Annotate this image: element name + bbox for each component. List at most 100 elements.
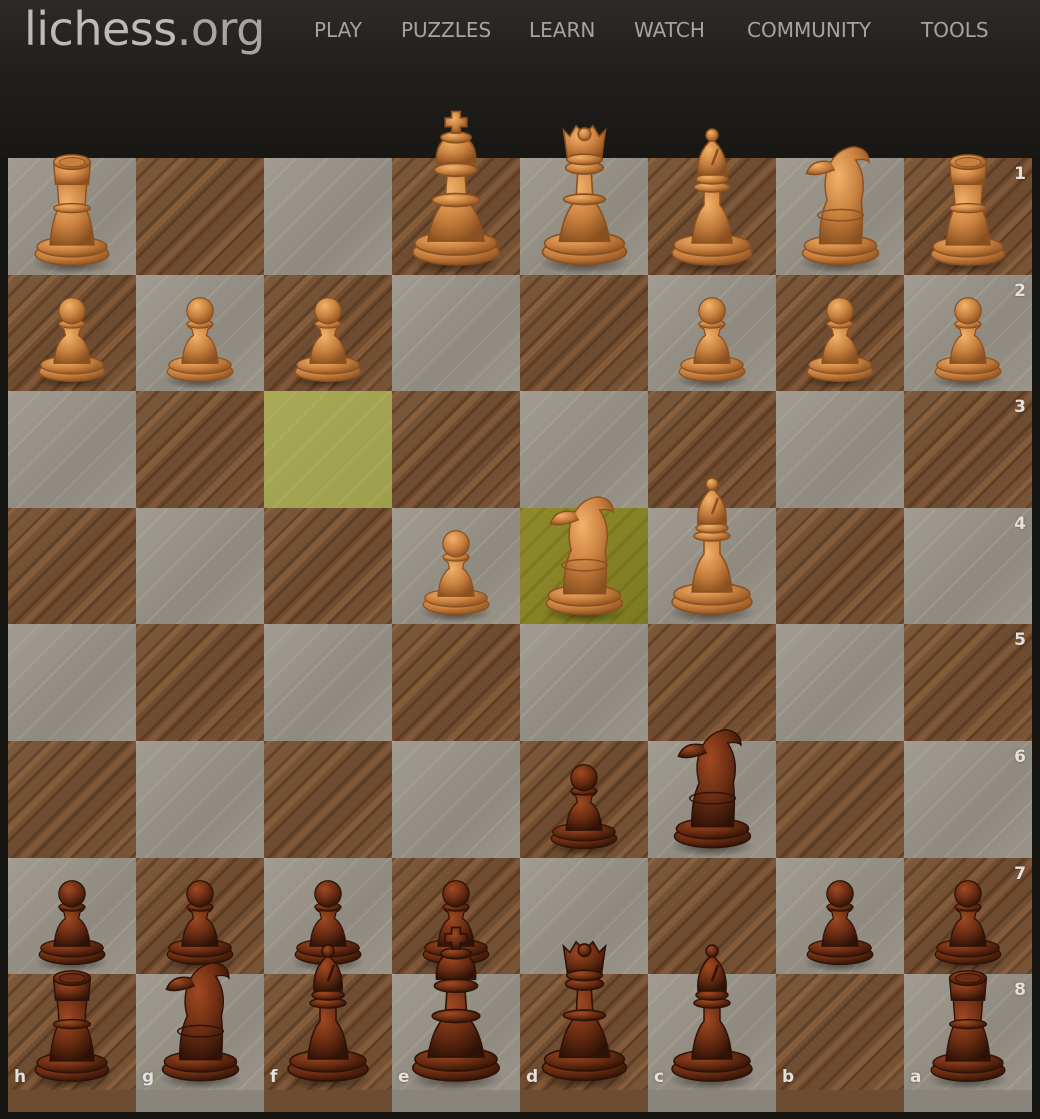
pawn-icon (675, 297, 749, 390)
square-d2[interactable] (520, 274, 648, 392)
rook-icon (927, 153, 1009, 274)
knight-icon (798, 146, 882, 275)
black-pawn-d6[interactable] (520, 727, 648, 857)
square-b6[interactable] (776, 741, 904, 858)
white-bishop-c4[interactable] (648, 466, 776, 625)
board-edge-segment (648, 1090, 776, 1112)
queen-icon (537, 940, 631, 1092)
queen-icon (537, 124, 631, 276)
knight-icon (542, 495, 626, 624)
board-edge-segment (392, 1090, 520, 1112)
black-rook-h8[interactable] (8, 945, 136, 1091)
white-pawn-f2[interactable] (264, 260, 392, 390)
black-rook-a8[interactable] (904, 945, 1032, 1091)
pawn-icon (291, 297, 365, 390)
black-pawn-b7[interactable] (776, 843, 904, 973)
board-edge-segment (776, 1090, 904, 1112)
black-queen-d8[interactable] (520, 925, 648, 1092)
white-pawn-e4[interactable] (392, 493, 520, 623)
black-bishop-f8[interactable] (264, 933, 392, 1091)
square-a6[interactable]: 6 (904, 741, 1032, 858)
square-f6[interactable] (264, 741, 392, 858)
square-d5[interactable] (520, 624, 648, 741)
square-g6[interactable] (136, 741, 264, 858)
square-f5[interactable] (264, 624, 392, 741)
square-h6[interactable] (8, 741, 136, 858)
logo-tld: .org (176, 2, 266, 56)
nav-learn[interactable]: LEARN (529, 18, 595, 42)
bishop-icon (284, 944, 372, 1091)
rank-coordinate: 4 (1014, 513, 1026, 534)
square-g1[interactable] (136, 158, 264, 275)
king-icon (408, 110, 504, 276)
board-edge-segment (520, 1090, 648, 1112)
king-icon (408, 926, 504, 1092)
white-queen-d1[interactable] (520, 109, 648, 276)
nav-play[interactable]: PLAY (314, 18, 362, 42)
pawn-icon (803, 297, 877, 390)
square-a5[interactable]: 5 (904, 624, 1032, 741)
rook-icon (927, 969, 1009, 1091)
square-f1[interactable] (264, 158, 392, 275)
white-pawn-b2[interactable] (776, 260, 904, 390)
white-rook-h1[interactable] (8, 129, 136, 274)
knight-icon (158, 962, 242, 1091)
square-g4[interactable] (136, 507, 264, 625)
board-edge-segment (136, 1090, 264, 1112)
square-b5[interactable] (776, 624, 904, 741)
square-f4[interactable] (264, 507, 392, 625)
black-knight-c6[interactable] (648, 707, 776, 858)
white-pawn-c2[interactable] (648, 260, 776, 390)
square-g3[interactable] (136, 391, 264, 508)
pawn-icon (163, 297, 237, 390)
black-knight-g8[interactable] (136, 940, 264, 1091)
square-h4[interactable] (8, 507, 136, 625)
square-e2[interactable] (392, 274, 520, 392)
white-king-e1[interactable] (392, 105, 520, 276)
square-e5[interactable] (392, 624, 520, 741)
board-bottom-edge (8, 1090, 1032, 1112)
site-logo[interactable]: lichess.org (24, 2, 265, 56)
white-pawn-a2[interactable] (904, 260, 1032, 390)
pawn-icon (803, 880, 877, 973)
knight-icon (670, 729, 754, 858)
white-bishop-c1[interactable] (648, 117, 776, 275)
bishop-icon (668, 944, 756, 1091)
rank-coordinate: 5 (1014, 630, 1026, 651)
square-h5[interactable] (8, 624, 136, 741)
white-pawn-g2[interactable] (136, 260, 264, 390)
black-king-e8[interactable] (392, 921, 520, 1092)
board-edge-segment (264, 1090, 392, 1112)
nav-community[interactable]: COMMUNITY (747, 18, 871, 42)
bishop-icon (668, 477, 756, 625)
square-h3[interactable] (8, 391, 136, 508)
nav-watch[interactable]: WATCH (634, 18, 705, 42)
pawn-icon (931, 297, 1005, 390)
rook-icon (31, 153, 113, 274)
white-pawn-h2[interactable] (8, 260, 136, 390)
nav-tools[interactable]: TOOLS (921, 18, 989, 42)
square-g5[interactable] (136, 624, 264, 741)
square-e6[interactable] (392, 741, 520, 858)
square-a4[interactable]: 4 (904, 507, 1032, 625)
pawn-icon (35, 297, 109, 390)
white-knight-d4[interactable] (520, 474, 648, 624)
site-header: lichess.org PLAY PUZZLES LEARN WATCH COM… (0, 0, 1040, 66)
bishop-icon (668, 127, 756, 275)
board-edge-segment (8, 1090, 136, 1112)
logo-main: lichess (24, 2, 177, 56)
square-b3[interactable] (776, 391, 904, 508)
black-bishop-c8[interactable] (648, 933, 776, 1091)
rook-icon (31, 969, 113, 1091)
square-a3[interactable]: 3 (904, 391, 1032, 508)
file-coordinate: b (782, 1066, 795, 1087)
square-e3[interactable] (392, 391, 520, 508)
square-b4[interactable] (776, 507, 904, 625)
white-rook-a1[interactable] (904, 129, 1032, 274)
square-f3[interactable] (264, 391, 392, 508)
pawn-icon (419, 530, 493, 623)
rank-coordinate: 6 (1014, 747, 1026, 767)
square-b8[interactable]: b (776, 974, 904, 1091)
white-knight-b1[interactable] (776, 124, 904, 275)
nav-puzzles[interactable]: PUZZLES (401, 18, 491, 42)
